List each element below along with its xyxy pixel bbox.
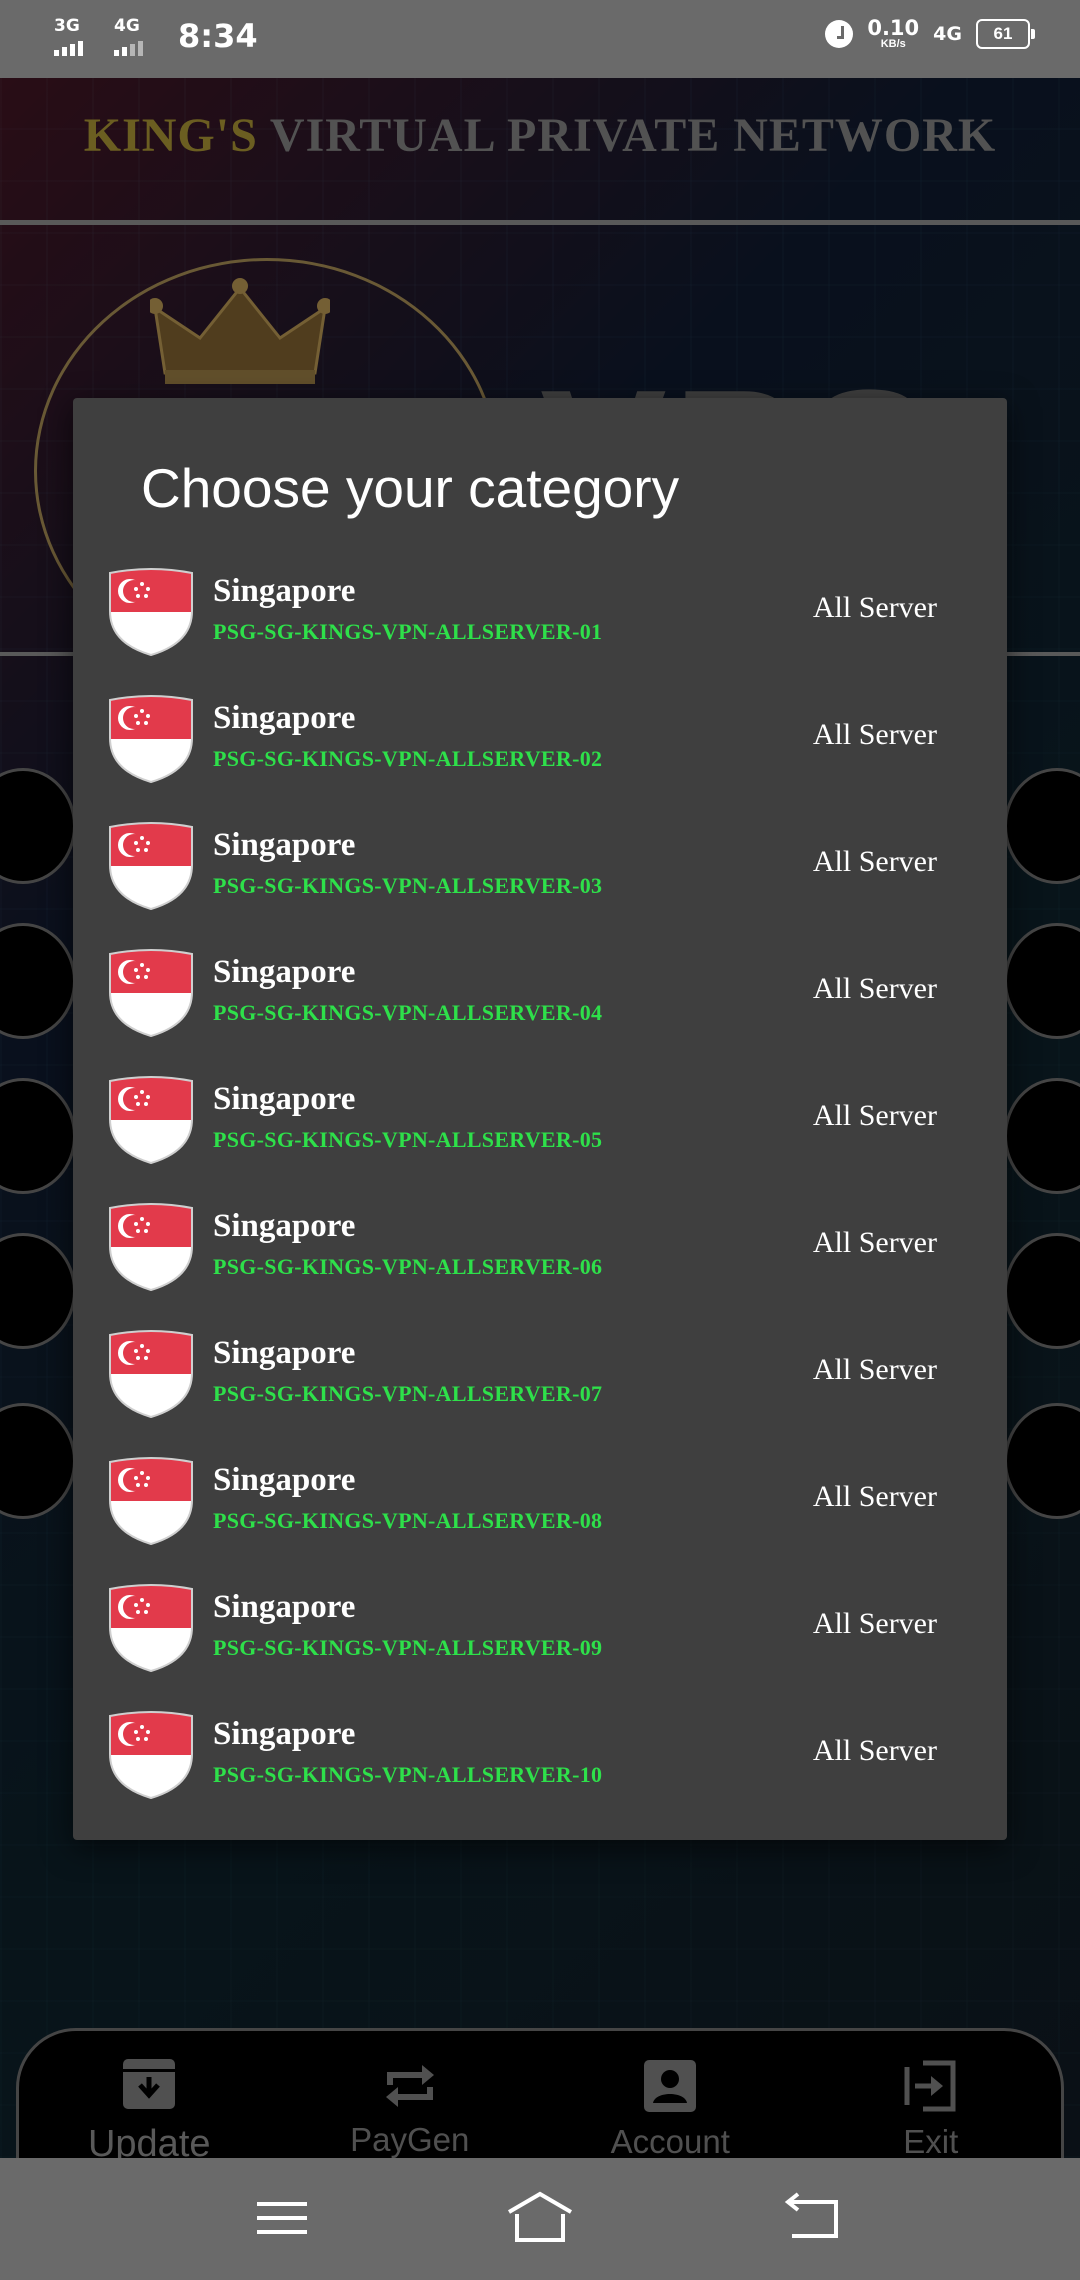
singapore-flag-icon: [109, 1076, 193, 1165]
singapore-flag-icon: [109, 1203, 193, 1292]
server-country: Singapore: [213, 1208, 356, 1244]
server-id: PSG-SG-KINGS-VPN-ALLSERVER-07: [213, 1381, 603, 1406]
dialog-title: Choose your category: [141, 457, 680, 519]
network-type-2: 4G: [114, 16, 140, 36]
server-type: All Server: [812, 1353, 937, 1386]
singapore-flag-icon: [109, 568, 193, 657]
server-type: All Server: [812, 1607, 937, 1640]
singapore-flag-icon: [109, 1711, 193, 1800]
network-type-3: 4G: [933, 23, 962, 45]
network-speed: 0.10 KB/s: [867, 18, 919, 50]
server-country: Singapore: [213, 954, 356, 990]
server-row[interactable]: Singapore PSG-SG-KINGS-VPN-ALLSERVER-10 Al…: [73, 1706, 1007, 1833]
server-row[interactable]: Singapore PSG-SG-KINGS-VPN-ALLSERVER-03 Al…: [73, 817, 1007, 944]
server-country: Singapore: [213, 1335, 356, 1371]
server-row[interactable]: Singapore PSG-SG-KINGS-VPN-ALLSERVER-09 Al…: [73, 1579, 1007, 1706]
server-id: PSG-SG-KINGS-VPN-ALLSERVER-03: [213, 873, 603, 898]
server-type: All Server: [812, 1226, 937, 1259]
singapore-flag-icon: [109, 1584, 193, 1673]
battery-level: 61: [993, 24, 1013, 43]
server-row[interactable]: Singapore PSG-SG-KINGS-VPN-ALLSERVER-08 Al…: [73, 1452, 1007, 1579]
server-id: PSG-SG-KINGS-VPN-ALLSERVER-05: [213, 1127, 603, 1152]
server-id: PSG-SG-KINGS-VPN-ALLSERVER-01: [213, 619, 603, 644]
server-id: PSG-SG-KINGS-VPN-ALLSERVER-06: [213, 1254, 603, 1279]
network-type-1: 3G: [54, 16, 80, 36]
server-row[interactable]: Singapore PSG-SG-KINGS-VPN-ALLSERVER-04 Al…: [73, 944, 1007, 1071]
server-type: All Server: [812, 1734, 937, 1767]
speed-unit: KB/s: [880, 38, 906, 50]
menu-icon[interactable]: [247, 2188, 317, 2248]
server-country: Singapore: [213, 1589, 356, 1625]
server-id: PSG-SG-KINGS-VPN-ALLSERVER-09: [213, 1635, 603, 1660]
clock: 8:34: [178, 17, 258, 55]
category-dialog: Choose your category Singapore PSG-SG-KIN…: [73, 398, 1007, 1840]
home-icon[interactable]: [505, 2188, 575, 2248]
signal-3g-icon: 3G: [54, 16, 98, 56]
server-id: PSG-SG-KINGS-VPN-ALLSERVER-08: [213, 1508, 603, 1533]
server-type: All Server: [812, 718, 937, 751]
server-row[interactable]: Singapore PSG-SG-KINGS-VPN-ALLSERVER-07 Al…: [73, 1325, 1007, 1452]
server-type: All Server: [812, 1099, 937, 1132]
server-list: Singapore PSG-SG-KINGS-VPN-ALLSERVER-01 Al…: [73, 563, 1007, 1833]
server-row[interactable]: Singapore PSG-SG-KINGS-VPN-ALLSERVER-05 Al…: [73, 1071, 1007, 1198]
singapore-flag-icon: [109, 1330, 193, 1419]
alarm-icon: [825, 20, 854, 48]
server-type: All Server: [812, 972, 937, 1005]
server-type: All Server: [812, 591, 937, 624]
server-id: PSG-SG-KINGS-VPN-ALLSERVER-02: [213, 746, 603, 771]
server-id: PSG-SG-KINGS-VPN-ALLSERVER-10: [213, 1762, 603, 1787]
server-country: Singapore: [213, 1462, 356, 1498]
singapore-flag-icon: [109, 695, 193, 784]
server-id: PSG-SG-KINGS-VPN-ALLSERVER-04: [213, 1000, 603, 1025]
server-country: Singapore: [213, 700, 356, 736]
singapore-flag-icon: [109, 949, 193, 1038]
server-row[interactable]: Singapore PSG-SG-KINGS-VPN-ALLSERVER-01 Al…: [73, 563, 1007, 690]
system-navigation-bar: [0, 2158, 1080, 2280]
speed-value: 0.10: [867, 16, 920, 40]
server-country: Singapore: [213, 573, 356, 609]
server-row[interactable]: Singapore PSG-SG-KINGS-VPN-ALLSERVER-06 Al…: [73, 1198, 1007, 1325]
server-type: All Server: [812, 1480, 937, 1513]
singapore-flag-icon: [109, 822, 193, 911]
server-country: Singapore: [213, 1716, 356, 1752]
battery-icon: 61: [976, 19, 1035, 49]
server-country: Singapore: [213, 1081, 356, 1117]
server-row[interactable]: Singapore PSG-SG-KINGS-VPN-ALLSERVER-02 Al…: [73, 690, 1007, 817]
singapore-flag-icon: [109, 1457, 193, 1546]
signal-4g-icon: 4G: [114, 16, 158, 56]
server-type: All Server: [812, 845, 937, 878]
back-icon[interactable]: [778, 2188, 848, 2248]
status-bar: 3G 4G 8:34 0.10 KB/s 4G 61: [0, 0, 1080, 78]
server-country: Singapore: [213, 827, 356, 863]
